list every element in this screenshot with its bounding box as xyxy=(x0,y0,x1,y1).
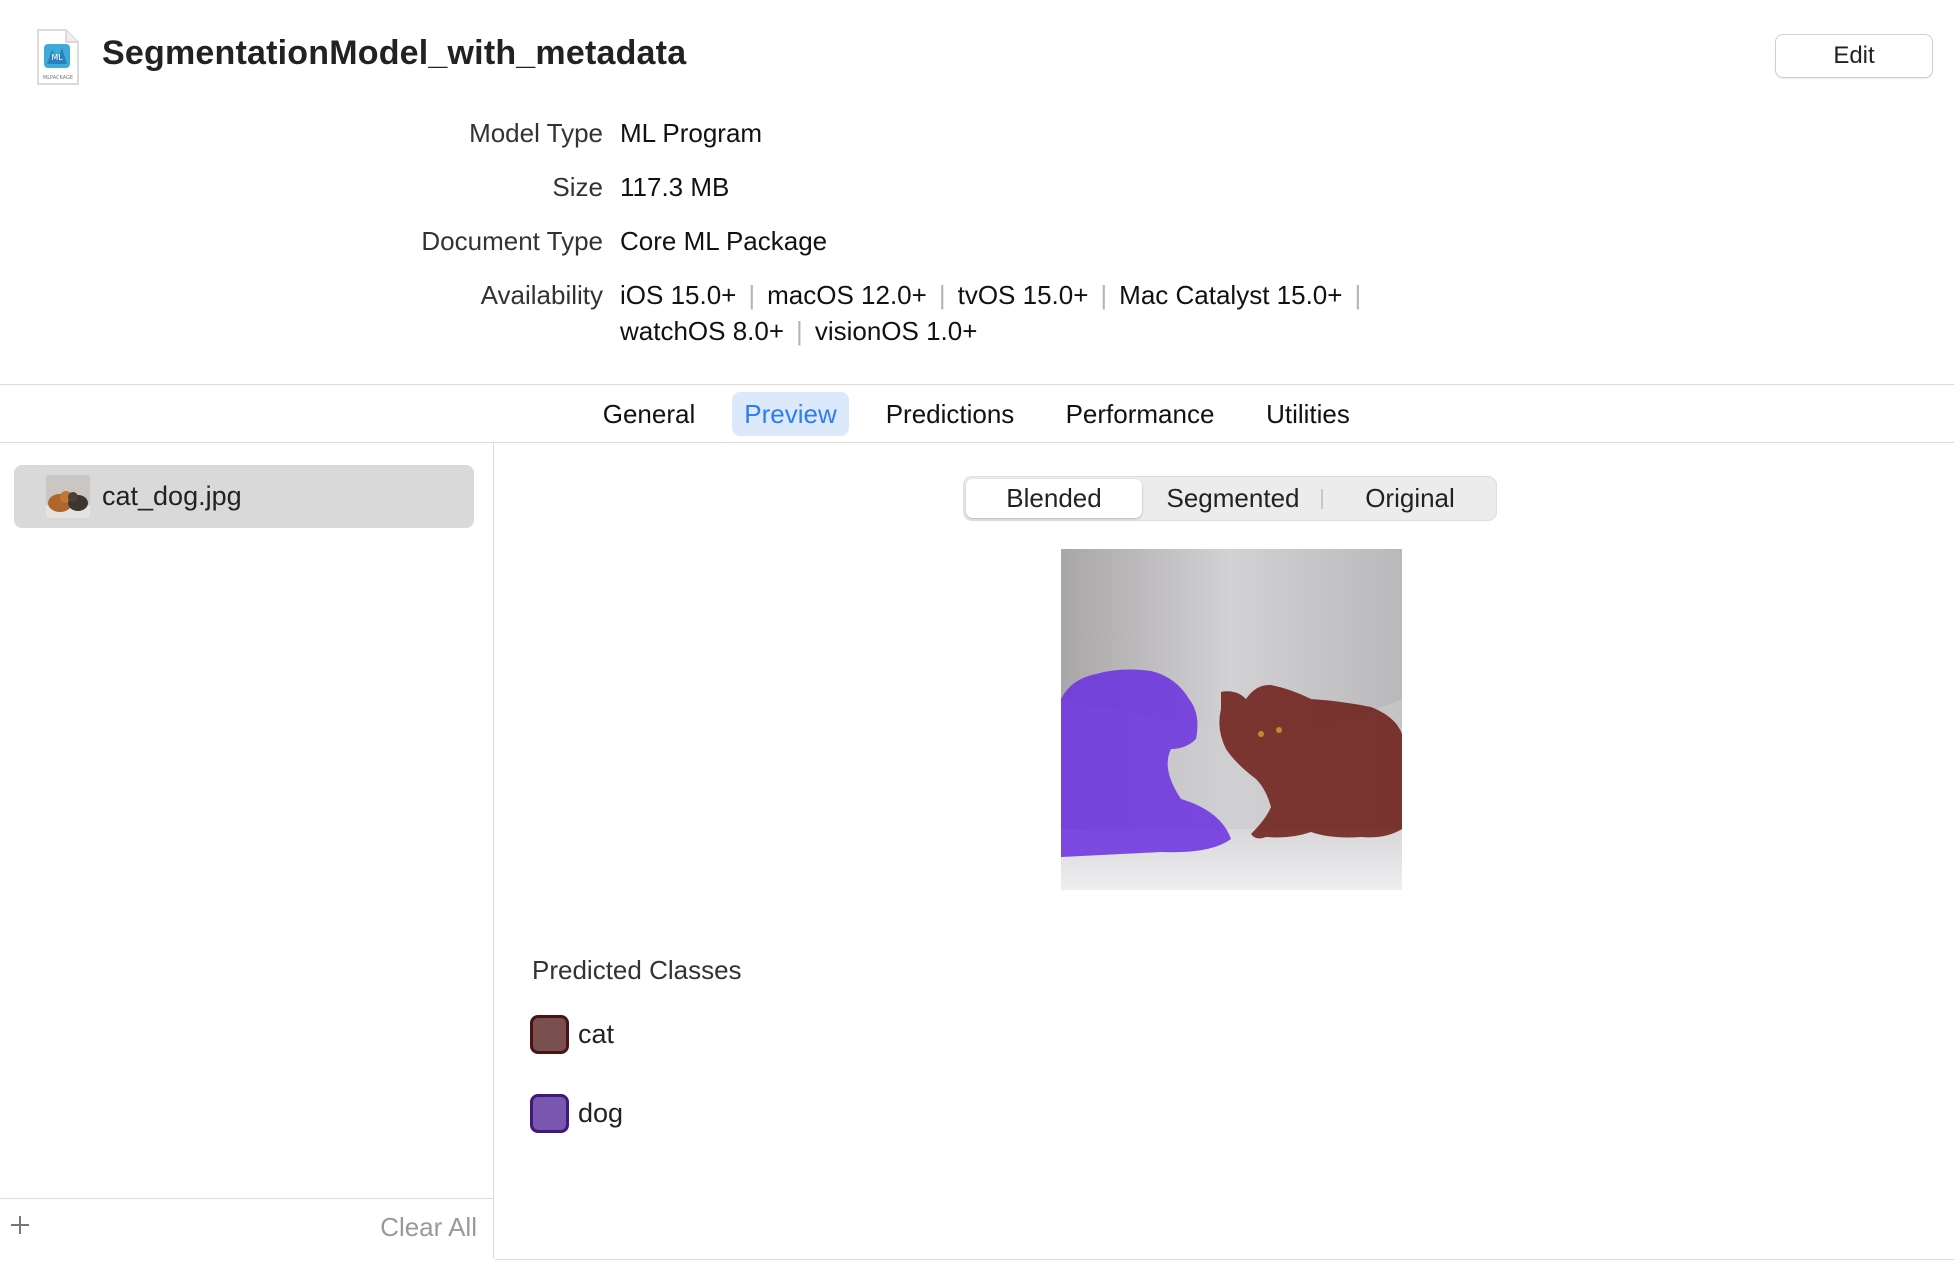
header: ML MLPACKAGE SegmentationModel_with_meta… xyxy=(0,0,1954,112)
separator: | xyxy=(1354,280,1362,310)
model-type-value: ML Program xyxy=(620,118,763,148)
view-mode-control: Blended Segmented Original xyxy=(963,476,1497,521)
availability-label: Availability xyxy=(480,280,603,310)
image-thumbnail xyxy=(46,475,90,518)
cat-color-swatch xyxy=(530,1015,569,1054)
svg-text:ML: ML xyxy=(51,53,63,62)
size-value: 117.3 MB xyxy=(620,172,730,202)
document-type-label: Document Type xyxy=(421,226,603,256)
model-type-row: Model Type ML Program xyxy=(0,118,1954,158)
sidebar-item-cat-dog[interactable]: cat_dog.jpg xyxy=(14,465,474,528)
tab-utilities[interactable]: Utilities xyxy=(1256,392,1360,436)
availability-line-2: watchOS 8.0+ | visionOS 1.0+ xyxy=(620,316,977,347)
preview-panel: Blended Segmented Original Predicted Cla… xyxy=(495,443,1954,1260)
document-type-row: Document Type Core ML Package xyxy=(0,226,1954,266)
separator: | xyxy=(938,280,946,310)
sidebar: cat_dog.jpg Clear All xyxy=(0,443,494,1259)
tab-preview[interactable]: Preview xyxy=(732,392,849,436)
class-label-dog: dog xyxy=(578,1098,624,1128)
page-title: SegmentationModel_with_metadata xyxy=(102,34,687,72)
size-row: Size 117.3 MB xyxy=(0,172,1954,212)
tab-predictions[interactable]: Predictions xyxy=(876,392,1024,436)
model-type-label: Model Type xyxy=(469,118,603,148)
view-mode-blended[interactable]: Blended xyxy=(966,479,1142,518)
tab-general[interactable]: General xyxy=(594,392,704,436)
predicted-classes-heading: Predicted Classes xyxy=(532,955,742,985)
availability-line-1: iOS 15.0+ | macOS 12.0+ | tvOS 15.0+ | Mac Cat… xyxy=(620,280,1373,311)
edit-button[interactable]: Edit xyxy=(1775,34,1933,78)
size-label: Size xyxy=(552,172,603,202)
availability-ios: iOS 15.0+ xyxy=(620,280,737,310)
dog-color-swatch xyxy=(530,1094,569,1133)
tab-performance[interactable]: Performance xyxy=(1052,392,1228,436)
view-mode-original[interactable]: Original xyxy=(1324,479,1496,518)
divider xyxy=(0,1198,494,1199)
separator: | xyxy=(748,280,756,310)
class-label-cat: cat xyxy=(578,1019,615,1049)
divider xyxy=(0,384,1954,385)
separator: | xyxy=(796,316,803,346)
divider xyxy=(495,1259,1954,1260)
mlpackage-file-icon: ML MLPACKAGE xyxy=(36,28,80,86)
separator: | xyxy=(1100,280,1108,310)
availability-visionos: visionOS 1.0+ xyxy=(814,316,978,346)
plus-icon[interactable] xyxy=(8,1213,32,1237)
file-icon-caption: MLPACKAGE xyxy=(43,75,73,81)
document-type-value: Core ML Package xyxy=(620,226,828,256)
availability-tvos: tvOS 15.0+ xyxy=(957,280,1089,310)
availability-macos: macOS 12.0+ xyxy=(767,280,927,310)
view-mode-segmented[interactable]: Segmented xyxy=(1144,479,1322,518)
availability-mac-catalyst: Mac Catalyst 15.0+ xyxy=(1119,280,1343,310)
sidebar-item-label: cat_dog.jpg xyxy=(102,481,242,511)
clear-all-button[interactable]: Clear All xyxy=(380,1212,477,1243)
availability-watchos: watchOS 8.0+ xyxy=(620,316,785,346)
tab-bar: General Preview Predictions Performance … xyxy=(0,392,1954,436)
separator xyxy=(1321,489,1323,509)
blended-preview-image xyxy=(1061,549,1402,890)
